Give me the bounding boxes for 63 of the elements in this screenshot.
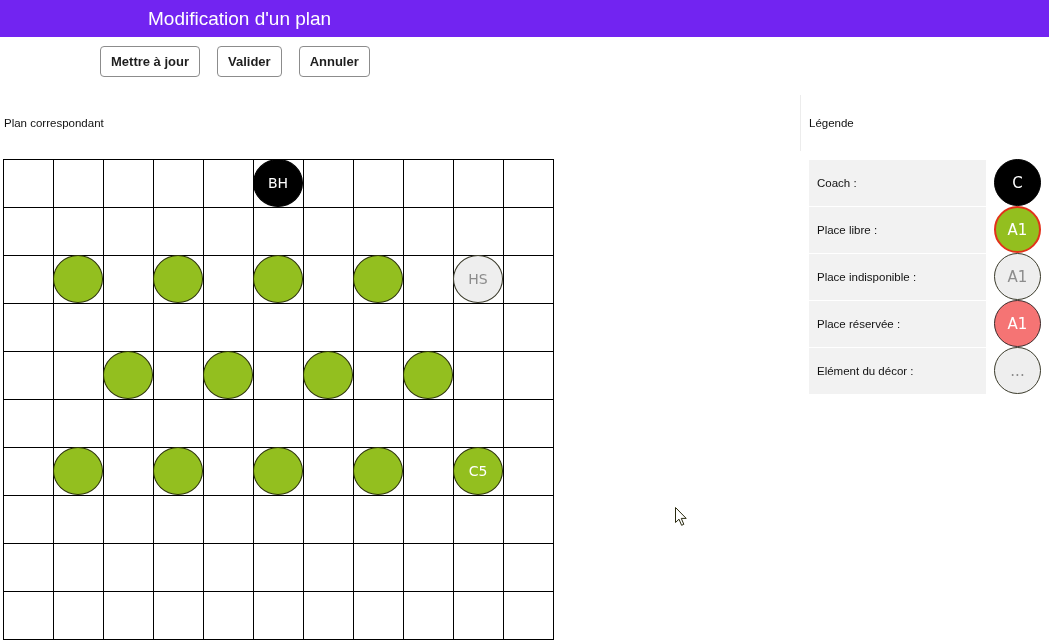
- legend-label: Coach :: [809, 160, 986, 206]
- plan-cell: [354, 592, 404, 640]
- plan-cell: [304, 208, 354, 256]
- legend-sample: A1: [994, 300, 1041, 347]
- seat-icon[interactable]: [403, 351, 453, 399]
- plan-cell: [154, 544, 204, 592]
- plan-cell: [154, 592, 204, 640]
- plan-cell: [404, 592, 454, 640]
- legend-label: Place réservée :: [809, 301, 986, 347]
- coach-marker[interactable]: BH: [253, 159, 303, 207]
- cursor-icon: [675, 507, 687, 526]
- legend-label: Place indisponible :: [809, 254, 986, 300]
- seat-icon[interactable]: [253, 447, 303, 495]
- seat-icon[interactable]: [53, 255, 103, 303]
- plan-cell: [504, 400, 554, 448]
- section-title: Légende: [809, 117, 854, 129]
- plan-cell: [504, 304, 554, 352]
- plan-cell: [404, 208, 454, 256]
- plan-cell: [254, 544, 304, 592]
- plan-cell: [454, 592, 504, 640]
- plan-cell: [404, 496, 454, 544]
- plan-cell: [104, 208, 154, 256]
- plan-cell: [54, 592, 104, 640]
- plan-cell: [504, 208, 554, 256]
- toolbar-button[interactable]: Annuler: [298, 46, 370, 77]
- plan-cell: [504, 496, 554, 544]
- plan-cell: [54, 544, 104, 592]
- legend-sample: A1: [994, 253, 1041, 300]
- plan-cell: [204, 592, 254, 640]
- plan-cell: [204, 208, 254, 256]
- plan-cell: [204, 496, 254, 544]
- seat-icon[interactable]: [153, 255, 203, 303]
- plan-cell: [254, 592, 304, 640]
- plan-cell: [304, 544, 354, 592]
- seat-icon[interactable]: [353, 255, 403, 303]
- legend-sample: C: [994, 159, 1041, 206]
- seat-icon[interactable]: [253, 255, 303, 303]
- plan-cell: [304, 592, 354, 640]
- legend-sample: A1: [994, 206, 1041, 253]
- plan-cell: [104, 496, 154, 544]
- seat-icon[interactable]: [203, 351, 253, 399]
- seat-icon[interactable]: [303, 351, 353, 399]
- plan-cell: [104, 544, 154, 592]
- plan-cell: [104, 592, 154, 640]
- seat-icon[interactable]: [353, 447, 403, 495]
- plan-cell: [454, 544, 504, 592]
- seat-icon[interactable]: [103, 351, 153, 399]
- toolbar-button[interactable]: Mettre à jour: [100, 46, 200, 77]
- plan-cell: [404, 544, 454, 592]
- plan-cell: [504, 352, 554, 400]
- toolbar-button[interactable]: Valider: [217, 46, 282, 77]
- plan-cell: [354, 544, 404, 592]
- legend-sample: ...: [994, 347, 1041, 394]
- legend-label: Elément du décor :: [809, 348, 986, 394]
- legend-label: Place libre :: [809, 207, 986, 253]
- seat-icon[interactable]: [53, 447, 103, 495]
- section-title: Plan correspondant: [4, 117, 104, 129]
- plan-cell: [504, 544, 554, 592]
- plan-cell: [504, 592, 554, 640]
- plan-cell: [204, 544, 254, 592]
- plan-cell: [304, 496, 354, 544]
- window-title: Modification d'un plan: [148, 7, 332, 31]
- seat-icon[interactable]: [153, 447, 203, 495]
